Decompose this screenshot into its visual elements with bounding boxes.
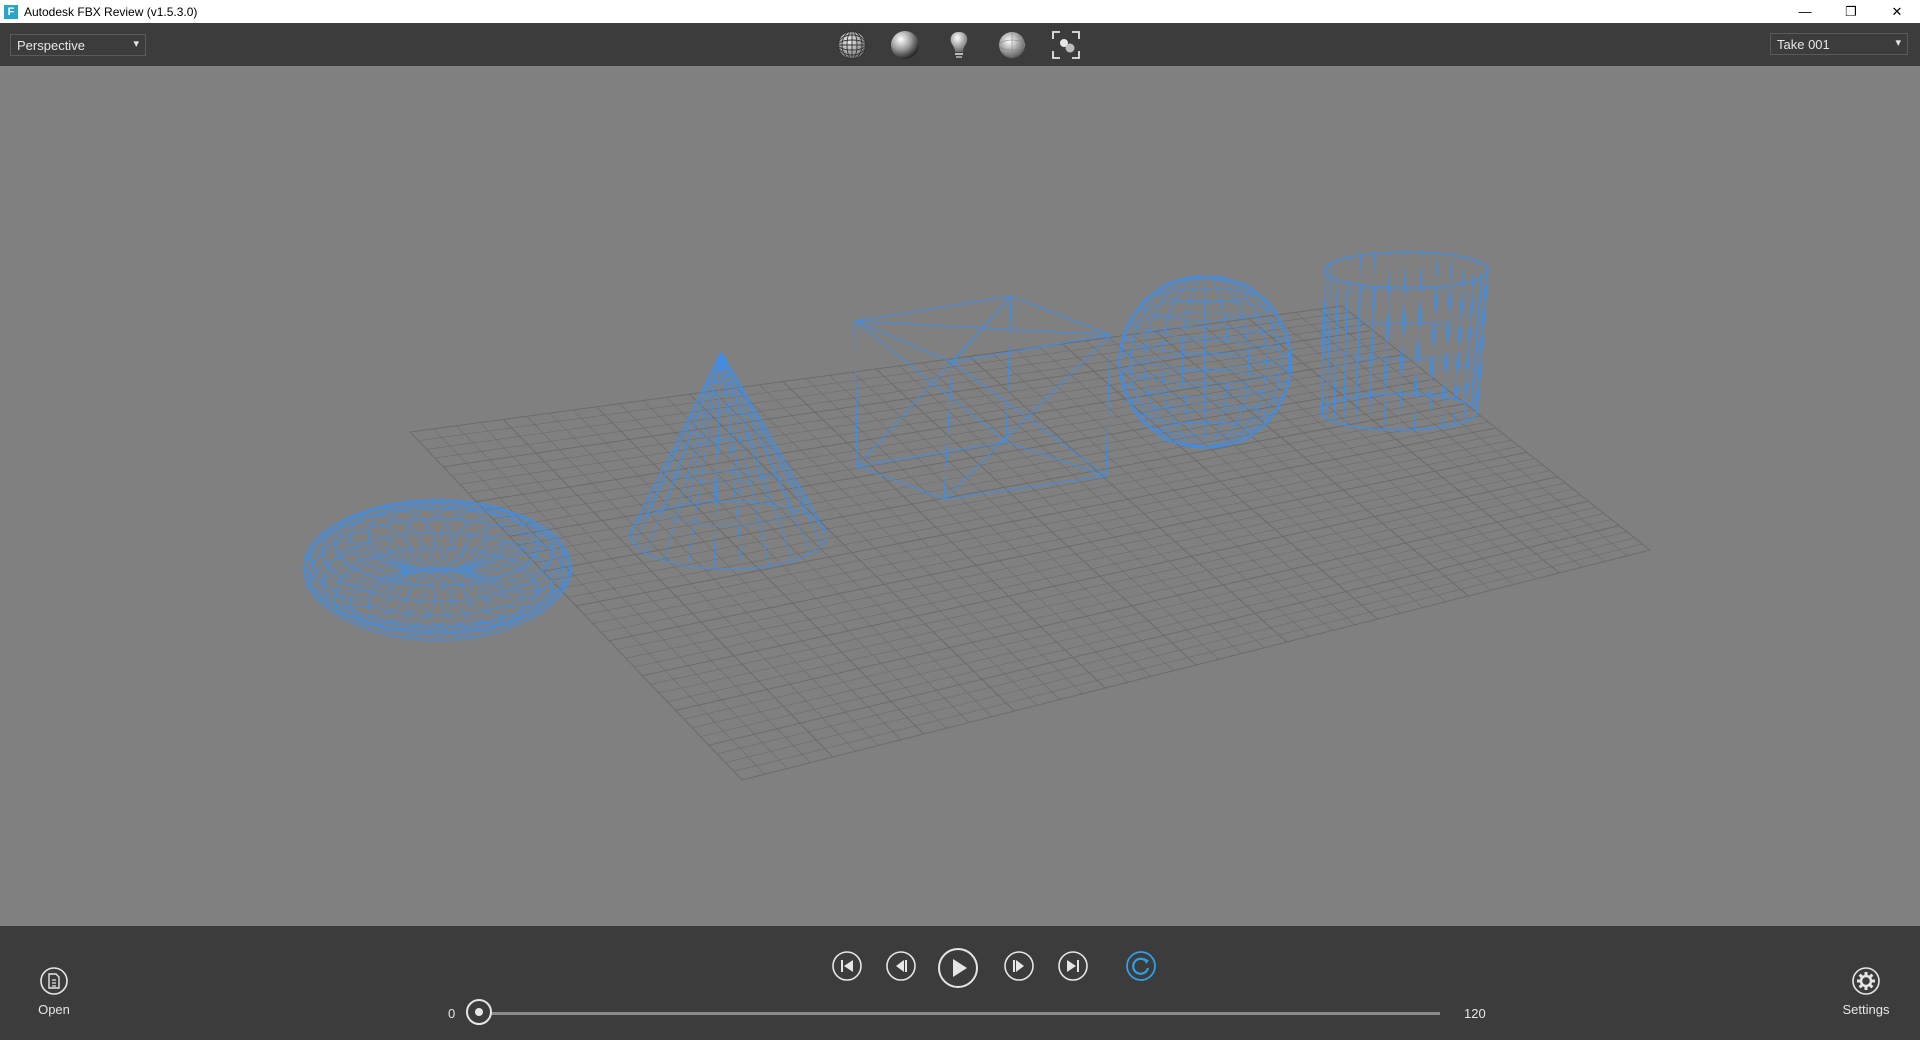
take-dropdown[interactable]: Take 001 ▾ (1770, 33, 1908, 55)
shaded-icon[interactable] (889, 29, 921, 61)
step-back-icon[interactable] (885, 950, 917, 982)
open-file-icon (40, 967, 68, 995)
settings-button[interactable]: Settings (1831, 966, 1901, 1017)
viewport-3d[interactable] (0, 66, 1920, 926)
textured-icon[interactable] (996, 29, 1028, 61)
toolbar: Perspective ▾ Take 001 ▾ (0, 23, 1920, 66)
timeline-thumb[interactable] (466, 999, 492, 1025)
cube-object (854, 295, 1111, 500)
cylinder-object (1320, 251, 1489, 431)
ground-grid (409, 305, 1651, 781)
sphere-object (1118, 275, 1292, 449)
frame-all-icon[interactable] (1050, 29, 1082, 61)
cone-object (629, 351, 827, 570)
window-title: Autodesk FBX Review (v1.5.3.0) (24, 4, 198, 19)
open-label: Open (38, 1002, 70, 1017)
minimize-button[interactable]: — (1782, 0, 1828, 23)
open-button[interactable]: Open (19, 966, 89, 1017)
time-start-label: 0 (448, 1006, 456, 1021)
take-dropdown-value: Take 001 (1777, 36, 1830, 52)
time-end-label: 120 (1464, 1006, 1486, 1021)
gear-icon (1852, 967, 1880, 995)
loop-icon[interactable] (1125, 950, 1157, 982)
wireframe-icon[interactable] (836, 29, 868, 61)
settings-label: Settings (1842, 1002, 1890, 1017)
step-forward-icon[interactable] (1003, 950, 1035, 982)
playback-bar: Open 0 120 Settings (0, 926, 1920, 1040)
title-bar: F Autodesk FBX Review (v1.5.3.0) — ❐ ✕ (0, 0, 1920, 23)
scene-canvas (302, 251, 1651, 781)
timeline-track[interactable] (478, 1012, 1440, 1015)
window-controls: — ❐ ✕ (1782, 0, 1920, 23)
go-to-end-icon[interactable] (1057, 950, 1089, 982)
app-icon: F (4, 4, 18, 19)
close-button[interactable]: ✕ (1874, 0, 1920, 23)
view-mode-toolbar (0, 29, 1920, 61)
go-to-start-icon[interactable] (831, 950, 863, 982)
lighting-icon[interactable] (943, 29, 975, 61)
torus-object (302, 498, 572, 642)
play-icon[interactable] (937, 947, 979, 989)
chevron-down-icon: ▾ (1895, 37, 1901, 49)
restore-button[interactable]: ❐ (1828, 0, 1874, 23)
